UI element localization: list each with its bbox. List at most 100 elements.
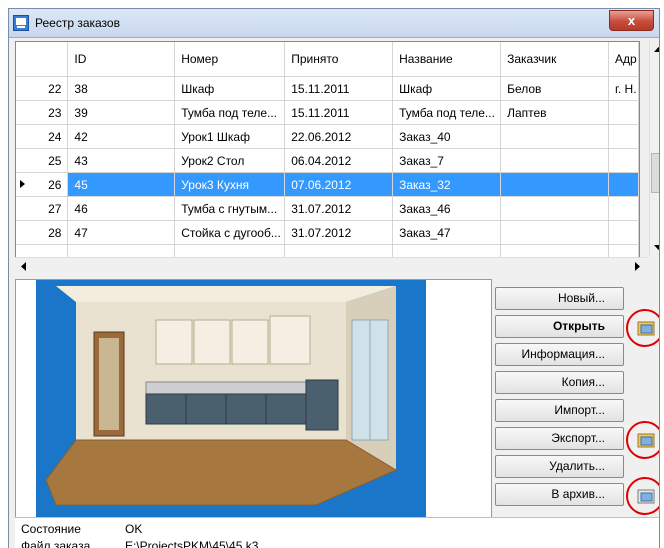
row-number: 26 [48,177,62,192]
cell-id: 43 [67,148,176,173]
status-panel: Состояние OK Файл заказа E:\ProjectsPKM\… [15,517,659,548]
cell-id: 38 [67,76,176,101]
status-state-value: OK [125,522,143,536]
column-header-accepted[interactable]: Принято [284,42,394,77]
cell-customer [500,196,609,221]
import-order-button[interactable]: Импорт... [495,399,624,422]
row-number: 22 [48,81,62,96]
cell-address [608,196,639,221]
row-number-cell: 25 [16,148,69,173]
cell-number: Урок2 Стол [174,148,286,173]
row-number: 24 [48,129,62,144]
row-arrow-icon [20,180,25,188]
close-button[interactable]: x [609,10,654,31]
order-info-button[interactable]: Информация... [495,343,624,366]
row-number: 28 [48,225,62,240]
orders-table: ID Номер Принято Название Заказчик Адр 2… [16,42,639,269]
scroll-up-icon[interactable] [650,41,660,58]
cell-accepted: 31.07.2012 [284,220,394,245]
cell-id: 39 [67,100,176,125]
cell-id: 47 [67,220,176,245]
vertical-scrollbar[interactable] [649,41,660,256]
table-row[interactable]: 25 43 Урок2 Стол 06.04.2012 Заказ_7 [16,148,639,173]
cell-customer [500,148,609,173]
orders-registry-window: Реестр заказов x ID Номер Принято Назван… [8,8,660,548]
order-preview-panel [15,279,492,519]
table-row[interactable]: 24 42 Урок1 Шкаф 22.06.2012 Заказ_40 [16,124,639,149]
cell-id: 42 [67,124,176,149]
scroll-left-icon[interactable] [15,258,32,275]
row-number-cell: 23 [16,100,69,125]
cell-number: Стойка с дугооб... [174,220,286,245]
cell-name: Тумба под теле... [392,100,502,125]
cell-accepted: 31.07.2012 [284,196,394,221]
scroll-down-icon[interactable] [650,239,660,256]
window-app-icon [13,15,29,31]
vertical-scroll-thumb[interactable] [651,153,659,193]
table-row-selected[interactable]: 26 45 Урок3 Кухня 07.06.2012 Заказ_32 [16,172,639,197]
scroll-right-icon[interactable] [629,258,646,275]
cell-address: г. Н. [608,76,639,101]
cell-name: Шкаф [392,76,502,101]
table-row[interactable]: 22 38 Шкаф 15.11.2011 Шкаф Белов г. Н. [16,76,639,101]
window-title: Реестр заказов [35,16,120,30]
archive-order-button[interactable]: В архив... [495,483,624,506]
row-number-cell: 24 [16,124,69,149]
cell-id: 45 [67,172,176,197]
row-number: 23 [48,105,62,120]
column-header-id[interactable]: ID [67,42,176,77]
table-row[interactable]: 28 47 Стойка с дугооб... 31.07.2012 Зака… [16,220,639,245]
column-header-name[interactable]: Название [392,42,502,77]
cell-accepted: 07.06.2012 [284,172,394,197]
cell-number: Тумба с гнутым... [174,196,286,221]
row-number-cell: 22 [16,76,69,101]
row-number-cell: 27 [16,196,69,221]
header-row: ID Номер Принято Название Заказчик Адр [16,42,639,77]
column-header-number[interactable]: Номер [174,42,286,77]
cell-accepted: 06.04.2012 [284,148,394,173]
cell-id: 46 [67,196,176,221]
horizontal-scrollbar[interactable] [15,257,647,275]
cell-accepted: 22.06.2012 [284,124,394,149]
column-header-address[interactable]: Адр [608,42,639,77]
header-rownum [16,42,69,77]
copy-order-button[interactable]: Копия... [495,371,624,394]
status-state-label: Состояние [21,522,81,536]
column-header-customer[interactable]: Заказчик [500,42,609,77]
cell-address [608,124,639,149]
highlight-circle-archive [626,477,659,515]
cell-customer [500,220,609,245]
cell-number: Урок1 Шкаф [174,124,286,149]
highlight-circle-export [626,421,659,459]
cell-name: Заказ_40 [392,124,502,149]
cell-address [608,100,639,125]
grid-body: 22 38 Шкаф 15.11.2011 Шкаф Белов г. Н. 2… [16,76,639,269]
cell-name: Заказ_47 [392,220,502,245]
cell-address [608,220,639,245]
delete-order-button[interactable]: Удалить... [495,455,624,478]
row-number-cell: 28 [16,220,69,245]
row-number-cell: 26 [16,172,69,197]
cell-name: Заказ_7 [392,148,502,173]
cell-customer: Белов [500,76,609,101]
open-order-button[interactable]: Открыть [495,315,624,338]
cell-customer: Лаптев [500,100,609,125]
cell-name: Заказ_46 [392,196,502,221]
table-row[interactable]: 27 46 Тумба с гнутым... 31.07.2012 Заказ… [16,196,639,221]
new-order-button[interactable]: Новый... [495,287,624,310]
row-number: 25 [48,153,62,168]
cell-number: Шкаф [174,76,286,101]
highlight-circle-open [626,309,659,347]
cell-customer [500,124,609,149]
kitchen-3d-preview-image [16,280,491,518]
table-row[interactable]: 23 39 Тумба под теле... 15.11.2011 Тумба… [16,100,639,125]
orders-grid[interactable]: ID Номер Принято Название Заказчик Адр 2… [15,41,640,275]
row-number: 27 [48,201,62,216]
cell-accepted: 15.11.2011 [284,100,394,125]
cell-number: Тумба под теле... [174,100,286,125]
cell-address [608,148,639,173]
export-order-button[interactable]: Экспорт... [495,427,624,450]
cell-number: Урок3 Кухня [174,172,286,197]
cell-name: Заказ_32 [392,172,502,197]
title-bar: Реестр заказов x [9,9,659,38]
